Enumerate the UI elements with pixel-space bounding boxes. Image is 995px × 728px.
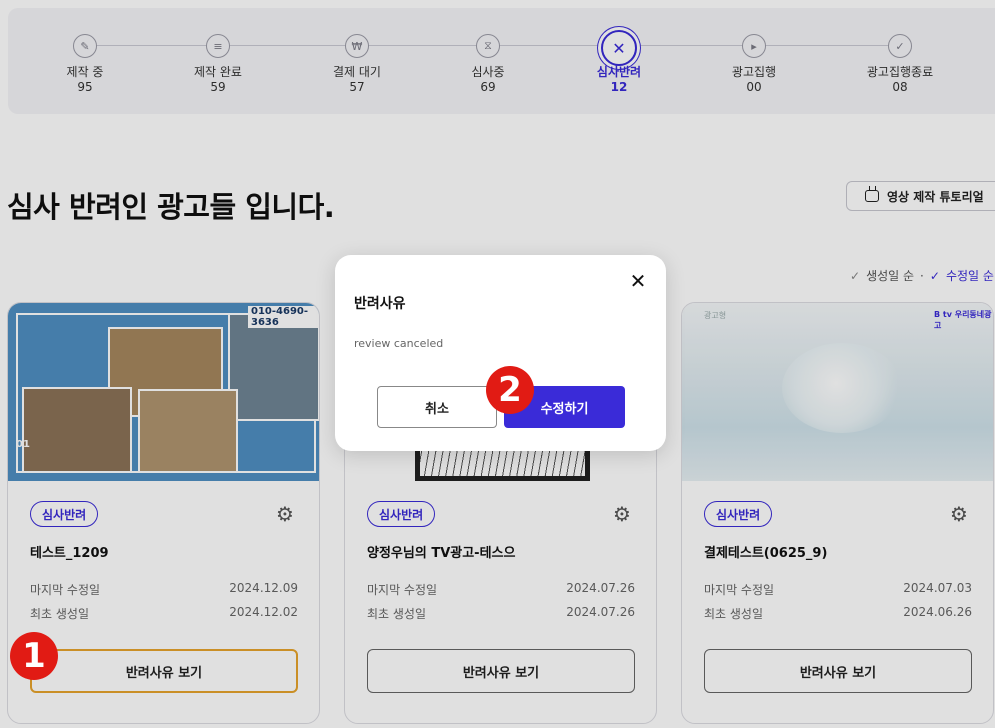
step-marker-2: 2 [486,366,534,414]
rejection-reason-modal: ✕ 반려사유 review canceled 취소 수정하기 [335,255,666,451]
modal-title: 반려사유 [354,296,406,312]
cancel-button[interactable]: 취소 [377,386,497,428]
modal-message: review canceled [354,337,444,350]
step-marker-1: 1 [10,632,58,680]
close-icon[interactable]: ✕ [628,271,648,291]
